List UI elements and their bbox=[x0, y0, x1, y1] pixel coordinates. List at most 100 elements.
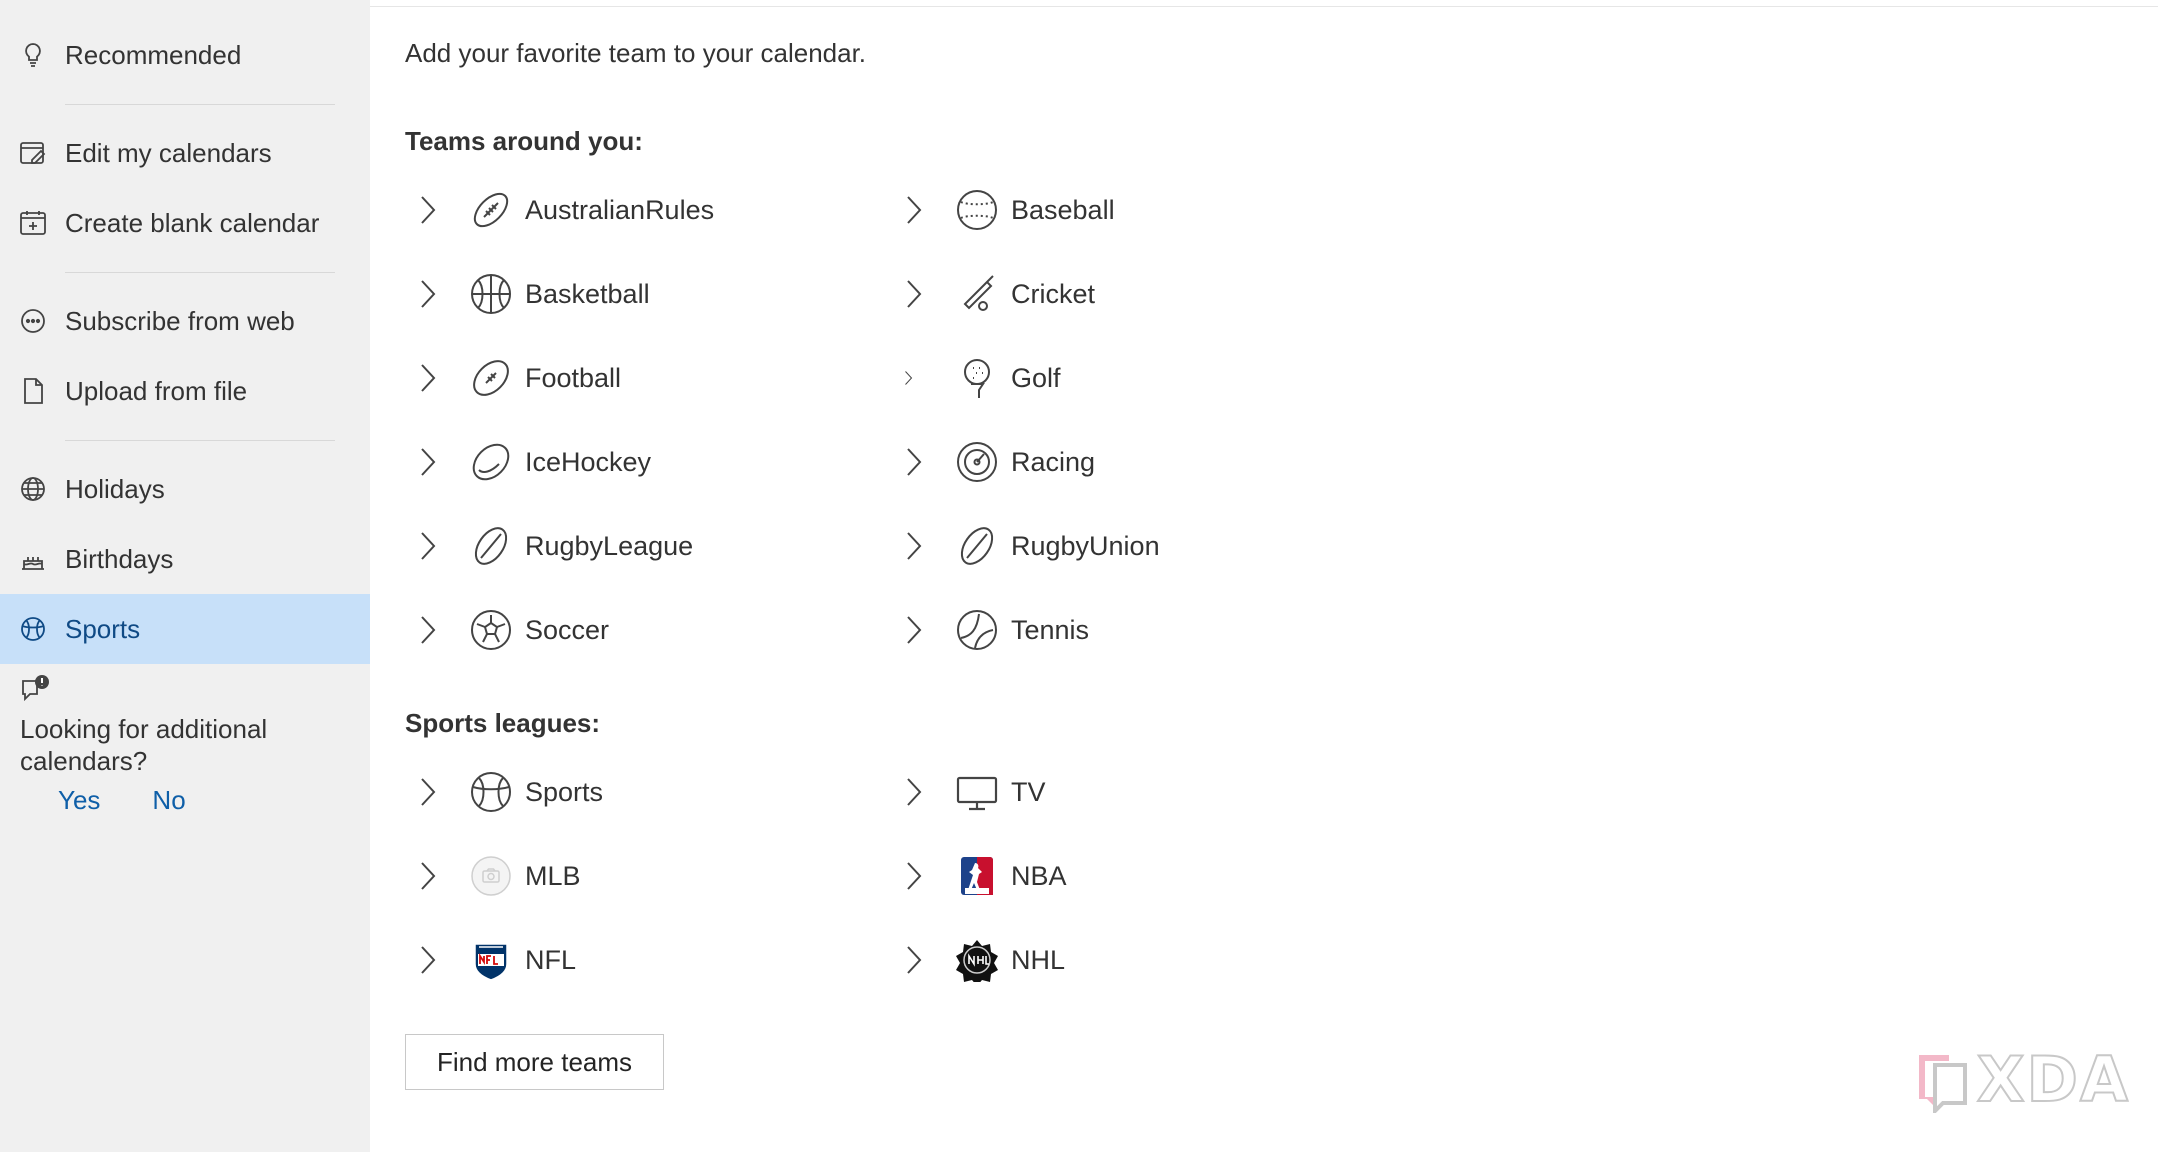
cake-icon bbox=[22, 557, 44, 570]
feedback-no-link[interactable]: No bbox=[152, 785, 185, 816]
sidebar-item-label: Upload from file bbox=[65, 375, 248, 406]
team-item-icehockey[interactable]: IceHockey bbox=[405, 432, 865, 492]
top-divider bbox=[370, 6, 2158, 7]
league-item-mlb[interactable]: MLB bbox=[405, 846, 865, 906]
sidebar-item-label: Sports bbox=[65, 613, 141, 644]
sidebar-item-label: Recommended bbox=[65, 39, 242, 70]
team-item-football[interactable]: Football bbox=[405, 348, 865, 408]
chevron-right-icon bbox=[907, 862, 922, 890]
league-name: TV bbox=[1011, 776, 1046, 807]
golf-icon bbox=[964, 359, 990, 398]
lightbulb-icon bbox=[25, 43, 41, 67]
team-item-cricket[interactable]: Cricket bbox=[891, 264, 1351, 324]
feedback-question: Looking for additional calendars? bbox=[20, 714, 268, 776]
chevron-right-icon bbox=[421, 280, 436, 308]
sidebar-item-recommended[interactable]: Recommended bbox=[0, 20, 370, 90]
sidebar-item-label: Create blank calendar bbox=[65, 207, 320, 238]
chevron-right-icon bbox=[421, 778, 436, 806]
sidebar-item-holidays[interactable]: Holidays bbox=[0, 454, 370, 524]
chevron-right-icon bbox=[907, 616, 922, 644]
team-name: RugbyLeague bbox=[525, 530, 694, 561]
league-name: MLB bbox=[525, 860, 581, 891]
link-icon bbox=[21, 309, 45, 333]
chevron-right-icon bbox=[421, 532, 436, 560]
league-item-nfl[interactable]: NFL bbox=[405, 930, 865, 990]
racing-icon bbox=[957, 442, 997, 482]
chevron-right-icon bbox=[907, 280, 922, 308]
rugby-union-icon bbox=[960, 527, 994, 565]
league-item-sports[interactable]: Sports bbox=[405, 762, 865, 822]
team-item-rugbyleague[interactable]: RugbyLeague bbox=[405, 516, 865, 576]
team-name: Cricket bbox=[1011, 278, 1096, 309]
team-name: Golf bbox=[1011, 362, 1061, 393]
tennis-icon bbox=[957, 610, 997, 650]
divider bbox=[65, 272, 335, 273]
globe-icon bbox=[21, 477, 45, 501]
sidebar-item-subscribe-from-web[interactable]: Subscribe from web bbox=[0, 286, 370, 356]
feedback-yes-link[interactable]: Yes bbox=[58, 785, 100, 816]
team-item-racing[interactable]: Racing bbox=[891, 432, 1351, 492]
divider bbox=[65, 104, 335, 105]
team-item-basketball[interactable]: Basketball bbox=[405, 264, 865, 324]
chevron-right-icon bbox=[907, 946, 922, 974]
sidebar-item-label: Birthdays bbox=[65, 543, 174, 574]
team-name: RugbyUnion bbox=[1011, 530, 1160, 561]
chevron-right-icon bbox=[421, 616, 436, 644]
main-content: Add your favorite team to your calendar.… bbox=[370, 0, 2158, 1152]
team-item-baseball[interactable]: Baseball bbox=[891, 180, 1351, 240]
nba-logo-icon bbox=[961, 857, 993, 895]
chevron-right-icon bbox=[907, 778, 922, 806]
teams-section-title: Teams around you: bbox=[405, 126, 643, 156]
team-name: Baseball bbox=[1011, 194, 1115, 225]
tv-icon bbox=[956, 776, 998, 811]
league-name: NBA bbox=[1011, 860, 1067, 891]
league-name: NHL bbox=[1011, 944, 1066, 975]
sports-icon bbox=[471, 772, 511, 812]
team-item-rugbyunion[interactable]: RugbyUnion bbox=[891, 516, 1351, 576]
xda-watermark: XDA bbox=[1913, 1042, 2130, 1117]
sidebar-item-label: Subscribe from web bbox=[65, 305, 295, 336]
sidebar-item-edit-my-calendars[interactable]: Edit my calendars bbox=[0, 118, 370, 188]
feedback-prompt: Looking for additional calendars? Yes No bbox=[20, 673, 340, 816]
document-icon bbox=[24, 378, 43, 404]
leagues-section-title: Sports leagues: bbox=[405, 708, 601, 738]
chevron-right-icon bbox=[421, 364, 436, 392]
team-name: Tennis bbox=[1011, 614, 1090, 645]
mlb-placeholder-icon bbox=[471, 856, 511, 896]
sidebar-item-create-blank-calendar[interactable]: Create blank calendar bbox=[0, 188, 370, 258]
intro-text: Add your favorite team to your calendar. bbox=[405, 38, 867, 68]
find-more-teams-button[interactable]: Find more teams bbox=[405, 1034, 664, 1090]
sidebar: Recommended Edit my calendars Create bla… bbox=[0, 0, 370, 1152]
sidebar-item-upload-from-file[interactable]: Upload from file bbox=[0, 356, 370, 426]
chevron-right-icon bbox=[421, 946, 436, 974]
league-item-tv[interactable]: TV bbox=[891, 762, 1351, 822]
chevron-right-icon bbox=[421, 862, 436, 890]
sidebar-item-label: Edit my calendars bbox=[65, 137, 272, 168]
team-item-soccer[interactable]: Soccer bbox=[405, 600, 865, 660]
league-name: Sports bbox=[525, 776, 604, 807]
sidebar-item-label: Holidays bbox=[65, 473, 165, 504]
team-name: IceHockey bbox=[525, 446, 652, 477]
team-item-golf[interactable]: Golf bbox=[891, 348, 1351, 408]
team-item-australianrules[interactable]: AustralianRules bbox=[405, 180, 865, 240]
team-name: AustralianRules bbox=[525, 194, 715, 225]
calendar-add-icon bbox=[20, 211, 46, 235]
chevron-right-icon bbox=[905, 371, 913, 385]
team-item-tennis[interactable]: Tennis bbox=[891, 600, 1351, 660]
chevron-right-icon bbox=[907, 448, 922, 476]
soccer-icon bbox=[471, 610, 511, 650]
team-name: Racing bbox=[1011, 446, 1096, 477]
edit-calendar-icon bbox=[20, 142, 46, 164]
league-item-nhl[interactable]: NHL bbox=[891, 930, 1351, 990]
feedback-icon bbox=[22, 675, 49, 702]
team-name: Football bbox=[525, 362, 622, 393]
basketball-icon bbox=[471, 274, 511, 314]
chevron-right-icon bbox=[907, 532, 922, 560]
league-name: NFL bbox=[525, 944, 577, 975]
league-item-nba[interactable]: NBA bbox=[891, 846, 1351, 906]
sports-icon bbox=[21, 617, 45, 641]
sidebar-item-sports[interactable]: Sports bbox=[0, 594, 370, 664]
football-icon bbox=[473, 360, 509, 396]
sidebar-item-birthdays[interactable]: Birthdays bbox=[0, 524, 370, 594]
nfl-logo-icon bbox=[474, 943, 508, 981]
